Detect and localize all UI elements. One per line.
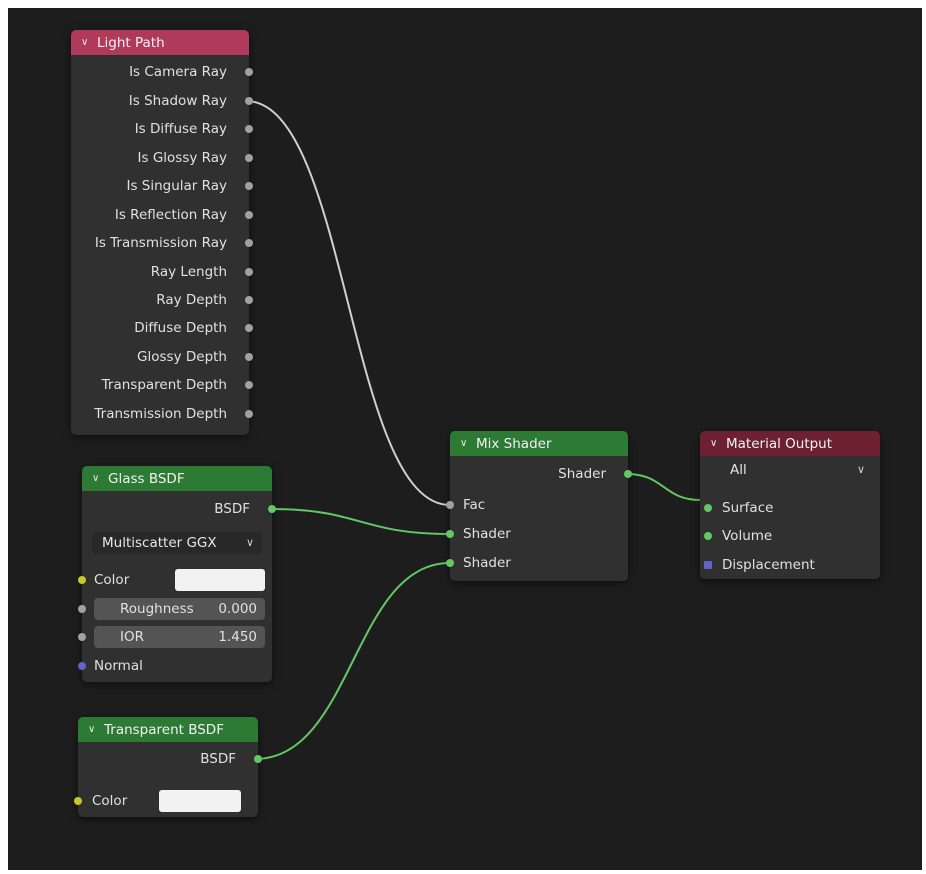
surface-label: Surface (722, 500, 774, 516)
socket-diffuse-depth[interactable] (245, 324, 253, 332)
link-shadow-ray-to-fac (245, 100, 451, 506)
ior-field[interactable]: IOR 1.450 (94, 626, 265, 648)
node-title: Material Output (726, 435, 833, 452)
output-is-reflection-ray: Is Reflection Ray (114, 207, 227, 223)
node-editor-canvas[interactable]: ∨ Light Path Is Camera Ray Is Shadow Ray… (8, 8, 922, 870)
socket-surface-input[interactable] (704, 504, 712, 512)
output-is-transmission-ray: Is Transmission Ray (94, 235, 227, 251)
output-ray-depth: Ray Depth (156, 292, 227, 308)
volume-label: Volume (722, 528, 773, 544)
socket-transparent-depth[interactable] (245, 381, 253, 389)
link-mix-to-surface (626, 473, 701, 501)
chevron-down-icon: ∨ (245, 536, 254, 549)
socket-roughness-input[interactable] (78, 605, 86, 613)
socket-is-singular-ray[interactable] (245, 182, 253, 190)
socket-displacement-input[interactable] (704, 561, 712, 569)
socket-bsdf-output[interactable] (254, 755, 262, 763)
socket-is-diffuse-ray[interactable] (245, 125, 253, 133)
color-swatch[interactable] (175, 569, 265, 591)
socket-is-shadow-ray[interactable] (245, 97, 253, 105)
node-title: Transparent BSDF (104, 721, 224, 738)
socket-color-input[interactable] (74, 797, 82, 805)
color-swatch[interactable] (159, 790, 241, 812)
normal-label: Normal (94, 658, 143, 674)
collapse-chevron-icon[interactable]: ∨ (92, 473, 104, 484)
node-title: Mix Shader (476, 435, 552, 452)
socket-ray-length[interactable] (245, 268, 253, 276)
light-path-node[interactable]: ∨ Light Path Is Camera Ray Is Shadow Ray… (71, 30, 253, 435)
output-is-diffuse-ray: Is Diffuse Ray (134, 121, 227, 137)
output-ray-length: Ray Length (150, 264, 227, 280)
collapse-chevron-icon[interactable]: ∨ (81, 37, 93, 48)
displacement-label: Displacement (722, 557, 815, 573)
output-shader-label: Shader (558, 466, 606, 482)
roughness-field[interactable]: Roughness 0.000 (94, 598, 265, 620)
glass-bsdf-node[interactable]: ∨ Glass BSDF BSDF Multiscatter GGX ∨ Col… (78, 466, 276, 682)
light-path-header[interactable]: ∨ Light Path (71, 30, 249, 55)
material-output-header[interactable]: ∨ Material Output (700, 431, 880, 456)
ior-label: IOR (120, 629, 144, 645)
socket-fac-input[interactable] (446, 501, 454, 509)
output-bsdf-label: BSDF (214, 501, 250, 517)
distribution-dropdown[interactable]: Multiscatter GGX ∨ (92, 532, 262, 554)
socket-bsdf-output[interactable] (268, 505, 276, 513)
roughness-value: 0.000 (218, 601, 257, 617)
collapse-chevron-icon[interactable]: ∨ (710, 438, 722, 449)
material-output-node[interactable]: ∨ Material Output All ∨ Surface Volume D… (700, 431, 880, 579)
socket-shader2-input[interactable] (446, 559, 454, 567)
color-label: Color (92, 793, 128, 809)
link-glass-to-shader1 (270, 508, 451, 535)
output-transmission-depth: Transmission Depth (94, 406, 227, 422)
chevron-down-icon: ∨ (856, 463, 865, 476)
transparent-bsdf-node[interactable]: ∨ Transparent BSDF BSDF Color (74, 717, 262, 817)
target-dropdown[interactable]: All ∨ (708, 459, 873, 481)
socket-shader-output[interactable] (624, 470, 632, 478)
output-is-glossy-ray: Is Glossy Ray (137, 150, 227, 166)
node-title: Glass BSDF (108, 470, 185, 487)
socket-volume-input[interactable] (704, 532, 712, 540)
socket-transmission-depth[interactable] (245, 410, 253, 418)
socket-is-glossy-ray[interactable] (245, 154, 253, 162)
output-diffuse-depth: Diffuse Depth (134, 320, 227, 336)
collapse-chevron-icon[interactable]: ∨ (460, 438, 472, 449)
target-value: All (730, 462, 747, 478)
mix-shader-header[interactable]: ∨ Mix Shader (450, 431, 628, 456)
socket-is-transmission-ray[interactable] (245, 239, 253, 247)
socket-ray-depth[interactable] (245, 296, 253, 304)
socket-is-camera-ray[interactable] (245, 68, 253, 76)
output-is-camera-ray: Is Camera Ray (129, 64, 227, 80)
output-is-singular-ray: Is Singular Ray (126, 178, 227, 194)
output-glossy-depth: Glossy Depth (137, 349, 227, 365)
link-transparent-to-shader2 (254, 562, 451, 760)
socket-color-input[interactable] (78, 576, 86, 584)
socket-glossy-depth[interactable] (245, 353, 253, 361)
ior-value: 1.450 (218, 629, 257, 645)
node-title: Light Path (97, 34, 165, 51)
roughness-label: Roughness (120, 601, 194, 617)
socket-shader1-input[interactable] (446, 530, 454, 538)
collapse-chevron-icon[interactable]: ∨ (88, 724, 100, 735)
mix-shader-node[interactable]: ∨ Mix Shader Shader Fac Shader Shader (446, 431, 632, 581)
fac-label: Fac (463, 497, 486, 513)
shader1-label: Shader (463, 526, 511, 542)
shader2-label: Shader (463, 555, 511, 571)
output-is-shadow-ray: Is Shadow Ray (128, 93, 227, 109)
output-transparent-depth: Transparent Depth (101, 377, 227, 393)
transparent-bsdf-header[interactable]: ∨ Transparent BSDF (78, 717, 258, 742)
color-label: Color (94, 572, 130, 588)
socket-is-reflection-ray[interactable] (245, 211, 253, 219)
glass-bsdf-header[interactable]: ∨ Glass BSDF (82, 466, 272, 491)
output-bsdf-label: BSDF (200, 751, 236, 767)
distribution-value: Multiscatter GGX (102, 535, 217, 551)
socket-normal-input[interactable] (78, 662, 86, 670)
socket-ior-input[interactable] (78, 633, 86, 641)
